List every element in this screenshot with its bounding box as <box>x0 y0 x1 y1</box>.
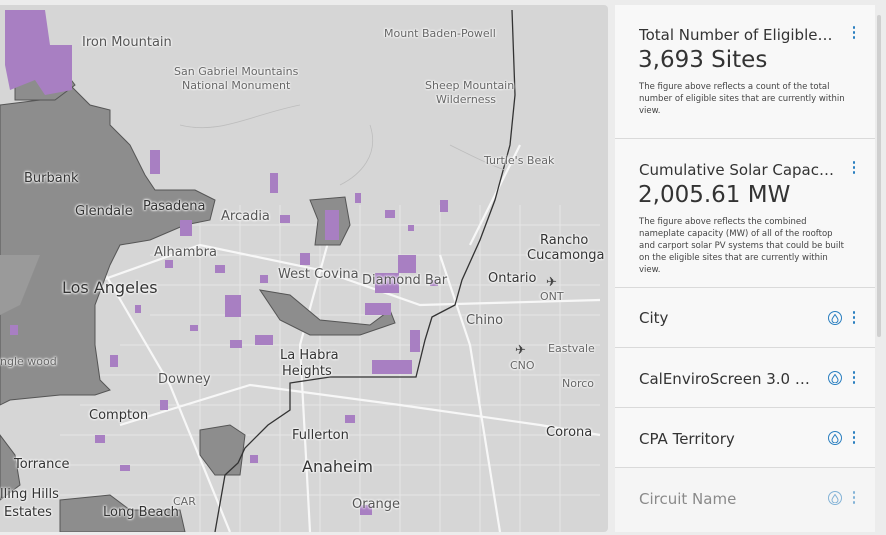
map-label-los-angeles: Los Angeles <box>62 278 158 297</box>
map-label-cucamonga: Cucamonga <box>527 248 605 263</box>
map-label-iron-mountain: Iron Mountain <box>82 35 172 50</box>
summary-card-capacity: Cumulative Solar Capacity (MW) 2,005.61 … <box>615 139 875 288</box>
terrain-lines <box>179 104 506 186</box>
card-title: Total Number of Eligible Sites <box>639 26 834 44</box>
more-options-icon[interactable] <box>851 311 857 327</box>
side-panel: Total Number of Eligible Sites 3,693 Sit… <box>615 5 875 532</box>
map-label-torrance: Torrance <box>14 457 70 472</box>
more-options-icon[interactable] <box>851 491 857 507</box>
map-label-national-monument: National Monument <box>182 79 291 92</box>
map-label-downey: Downey <box>158 372 211 387</box>
summary-card-sites: Total Number of Eligible Sites 3,693 Sit… <box>615 5 875 139</box>
map-label-heights: Heights <box>282 364 332 379</box>
map-view[interactable]: Iron Mountain Mount Baden-Powell San Gab… <box>0 5 608 532</box>
map-label-rancho: Rancho <box>540 233 589 248</box>
more-options-icon[interactable] <box>851 26 857 42</box>
droplet-icon[interactable] <box>828 311 842 325</box>
map-label-fullerton: Fullerton <box>292 428 349 443</box>
map-label-turtles-beak: Turtle's Beak <box>484 154 555 167</box>
map-label-sheep-mountain: Sheep Mountain <box>425 79 515 92</box>
card-description: The figure above reflects a count of the… <box>639 82 845 116</box>
map-label-norco: Norco <box>562 377 595 390</box>
map-label-inglewood: ngle wood <box>0 355 57 368</box>
map-label-anaheim: Anaheim <box>302 457 373 476</box>
filter-title: Circuit Name <box>639 490 737 508</box>
card-value: 2,005.61 MW <box>638 182 791 208</box>
map-label-corona: Corona <box>546 425 593 440</box>
map-label-eastvale: Eastvale <box>548 342 595 355</box>
map-label-compton: Compton <box>89 408 149 423</box>
card-value: 3,693 Sites <box>638 47 768 73</box>
filter-title: City <box>639 309 669 327</box>
filter-circuit-name[interactable]: Circuit Name <box>615 468 875 532</box>
map-label-chino: Chino <box>466 313 504 328</box>
map-label-mount-baden-powell: Mount Baden-Powell <box>384 27 496 40</box>
map-label-pasadena: Pasadena <box>143 199 206 214</box>
more-options-icon[interactable] <box>851 431 857 447</box>
droplet-icon[interactable] <box>828 491 842 505</box>
map-label-orange: Orange <box>352 497 401 512</box>
filter-city[interactable]: City <box>615 288 875 348</box>
map-label-cno: CNO <box>510 359 535 372</box>
map-label-la-habra: La Habra <box>280 348 339 363</box>
map-label-wilderness: Wilderness <box>436 93 497 106</box>
map-label-glendale: Glendale <box>75 204 133 219</box>
card-description: The figure above reflects the combined n… <box>639 217 844 275</box>
map-label-rolling-hills: lling Hills <box>0 487 59 502</box>
droplet-icon[interactable] <box>828 371 842 385</box>
map-label-san-gabriel: San Gabriel Mountains <box>174 65 299 78</box>
map-label-arcadia: Arcadia <box>221 209 270 224</box>
filter-title: CalEnviroScreen 3.0 Score <box>639 370 814 388</box>
map-label-estates: Estates <box>4 505 52 520</box>
filter-calenviroscreen[interactable]: CalEnviroScreen 3.0 Score <box>615 348 875 408</box>
airport-icon: ✈ <box>546 275 557 290</box>
map-label-ontario: Ontario <box>488 271 537 286</box>
map-label-diamond-bar: Diamond Bar <box>362 273 448 288</box>
airport-icon-chino: ✈ <box>515 343 526 358</box>
map-label-west-covina: West Covina <box>278 267 359 282</box>
map-label-burbank: Burbank <box>24 171 79 186</box>
map-label-alhambra: Alhambra <box>154 245 217 260</box>
more-options-icon[interactable] <box>851 371 857 387</box>
panel-scrollbar[interactable] <box>877 15 881 337</box>
droplet-icon[interactable] <box>828 431 842 445</box>
map-label-ont: ONT <box>540 290 564 303</box>
filter-cpa-territory[interactable]: CPA Territory <box>615 408 875 468</box>
map-label-long-beach: Long Beach <box>103 505 179 520</box>
filter-title: CPA Territory <box>639 430 735 448</box>
card-title: Cumulative Solar Capacity (MW) <box>639 161 834 179</box>
more-options-icon[interactable] <box>851 161 857 177</box>
